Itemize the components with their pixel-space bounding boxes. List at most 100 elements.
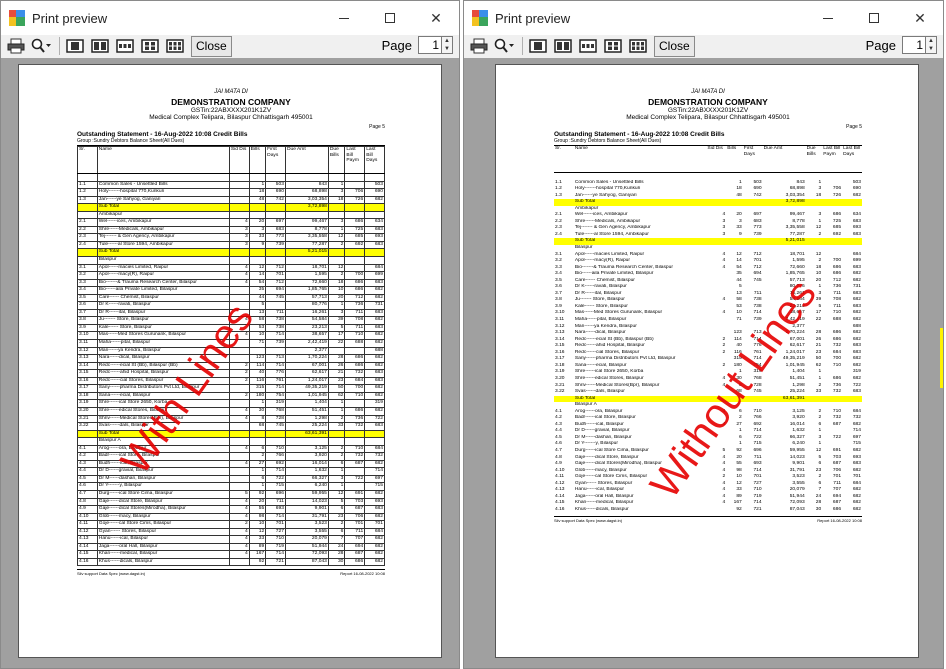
zoom-button[interactable]	[30, 36, 52, 56]
maximize-button[interactable]	[367, 1, 413, 35]
table-cell: 682	[364, 384, 385, 393]
table-cell: 4	[228, 550, 250, 559]
spin-down-icon[interactable]: ▼	[442, 45, 452, 53]
four-page-button[interactable]	[602, 36, 624, 56]
page-spinner[interactable]: ▲ ▼	[926, 36, 937, 54]
company-name: DEMONSTRATION COMPANY	[648, 97, 768, 107]
table-cell	[265, 210, 286, 220]
table-cell: 4.10	[77, 512, 98, 522]
table-cell: Care------ Chemist, Bilaspur	[96, 293, 230, 303]
minimize-button[interactable]	[805, 1, 851, 35]
table-cell: 4	[228, 263, 250, 273]
table-cell: 98	[248, 512, 267, 522]
table-cell: 2	[248, 452, 267, 461]
table-cell: 686	[344, 406, 366, 416]
table-cell: 1,632	[284, 467, 329, 476]
three-page-button[interactable]	[114, 36, 136, 56]
table-cell	[327, 173, 346, 182]
six-page-button[interactable]	[164, 36, 186, 56]
two-page-button[interactable]	[89, 36, 111, 56]
table-cell: 721	[265, 557, 286, 567]
table-cell: 51,944	[284, 542, 329, 552]
gstin: GSTin:22ABXXXX201K1ZV	[667, 107, 749, 114]
print-button[interactable]	[468, 36, 490, 56]
table-row: 2.4 Tule------al Store 1594, Ambikapur 3 9 7…	[77, 240, 385, 250]
two-page-icon	[554, 39, 572, 53]
table-cell: 725	[344, 225, 366, 235]
page-label: Page	[381, 37, 412, 53]
zoom-button[interactable]	[493, 36, 515, 56]
table-cell: 39	[327, 316, 346, 325]
spin-down-icon[interactable]: ▼	[926, 45, 936, 53]
close-button[interactable]: Close	[191, 35, 232, 57]
table-cell	[77, 203, 98, 212]
print-button[interactable]	[5, 36, 27, 56]
table-cell: 3	[327, 474, 346, 484]
spin-up-icon[interactable]: ▲	[442, 37, 452, 45]
six-page-icon	[166, 39, 184, 53]
preview-canvas[interactable]: JAI MATA DI DEMONSTRATION COMPANY GSTin:22…	[1, 58, 459, 668]
report-footer: Silv support Data Spec (www.dagst.in) Rep…	[77, 569, 385, 576]
table-cell: 68	[248, 422, 267, 431]
table-row: 3.4 Bio------aila Private Limited, Bilasp…	[77, 286, 385, 295]
table-cell: 703	[344, 497, 366, 507]
table-cell: 5	[228, 489, 250, 499]
table-cell	[228, 180, 250, 190]
table-cell: 4	[228, 512, 250, 522]
window-title: Print preview	[32, 10, 108, 26]
table-cell: 710	[344, 391, 366, 401]
table-cell: 3.4	[77, 286, 98, 295]
two-page-button[interactable]	[552, 36, 574, 56]
page-number-input[interactable]: 1	[418, 36, 442, 54]
table-cell: 3	[327, 308, 346, 318]
table-cell: 843	[284, 180, 329, 190]
table-cell: 20,079	[284, 535, 329, 544]
table-cell: 739	[265, 339, 286, 348]
print-preview-window-without-lines: Print preview ✕ Close Page 1 ▲ ▼ JAI MATA…	[463, 0, 944, 669]
table-cell: 4	[228, 505, 250, 514]
table-cell: 776	[265, 369, 286, 378]
title-bar: Print preview ✕	[1, 1, 459, 35]
table-cell: 682	[364, 489, 385, 499]
table-cell	[228, 210, 250, 220]
one-page-button[interactable]	[64, 36, 86, 56]
table-row: 4.12 Gyan------ Stores, Bilaspur 4 12 727 3,5…	[77, 527, 385, 537]
table-cell: 686	[344, 361, 366, 371]
close-button[interactable]: Close	[654, 35, 695, 57]
page-number-input[interactable]: 1	[902, 36, 926, 54]
table-cell: Hanu------ical, Bilaspur	[96, 535, 230, 544]
spin-up-icon[interactable]: ▲	[926, 37, 936, 45]
table-cell	[806, 173, 823, 180]
table-cell	[327, 203, 346, 212]
table-cell: Mas------Med Stores Gurunank, Bilaspur	[96, 331, 230, 341]
table-cell	[248, 248, 267, 257]
column-header: Last Bill Paym	[344, 146, 366, 174]
close-window-button[interactable]: ✕	[897, 1, 943, 35]
three-page-button[interactable]	[577, 36, 599, 56]
table-cell: 693	[364, 233, 385, 242]
table-cell: 3.19	[77, 399, 98, 408]
table-cell	[265, 173, 286, 182]
table-cell: 691	[344, 489, 366, 499]
table-cell	[228, 286, 250, 295]
table-cell: 33	[248, 535, 267, 544]
table-cell: 708	[344, 316, 366, 325]
table-cell: 4	[228, 316, 250, 325]
minimize-button[interactable]	[321, 1, 367, 35]
table-cell: 8	[248, 414, 267, 424]
company-address: Medical Complex Telipara, Bilaspur Chhat…	[626, 114, 790, 121]
close-window-button[interactable]: ✕	[413, 1, 459, 35]
four-page-button[interactable]	[139, 36, 161, 56]
table-cell: 3,555	[284, 527, 329, 537]
table-row: 3.2 Apol------macy(R), Raipur 4 14 701 1,595 2…	[77, 271, 385, 280]
maximize-button[interactable]	[851, 1, 897, 35]
page-spinner[interactable]: ▲ ▼	[442, 36, 453, 54]
table-cell	[228, 384, 250, 393]
table-cell: 3.17	[77, 384, 98, 393]
table-cell: 3.22	[77, 422, 98, 431]
preview-canvas[interactable]: JAI MATA DI DEMONSTRATION COMPANY GSTin:22…	[464, 58, 943, 668]
table-row: 2.1 Wel------ices, Ambikapur 4 20 697 99,467 3…	[77, 218, 385, 227]
six-page-button[interactable]	[627, 36, 649, 56]
one-page-button[interactable]	[527, 36, 549, 56]
footer-right: Report 16-08-2022 10:08	[340, 571, 385, 577]
